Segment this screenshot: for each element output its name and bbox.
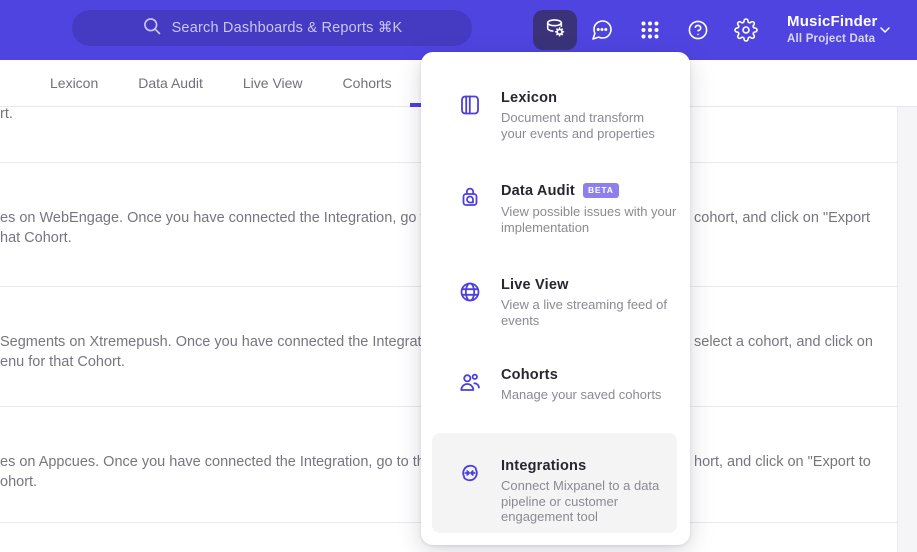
content-row-line: ohort. [0, 473, 38, 490]
data-management-dropdown: Lexicon Document and transform your even… [421, 52, 690, 545]
tab-lexicon[interactable]: Lexicon [50, 75, 98, 91]
settings-button[interactable] [734, 18, 758, 42]
menu-item-data-audit[interactable]: Data Audit BETA View possible issues with… [458, 182, 697, 235]
content-row-line: es on Appcues. Once you have connected t… [0, 454, 449, 470]
search-icon [142, 16, 162, 41]
menu-item-live-view[interactable]: Live View View a live streaming feed of … [458, 277, 686, 328]
content-row-line: hat Cohort. [0, 229, 72, 246]
menu-item-title: Integrations [501, 458, 587, 474]
content-row-line: select a cohort, and click on [694, 334, 873, 350]
project-scope: All Project Data [787, 33, 876, 45]
grid-dots-icon [641, 21, 659, 39]
apps-grid-button[interactable] [638, 18, 662, 42]
lexicon-book-icon [458, 93, 482, 117]
chevron-down-icon[interactable] [877, 22, 893, 38]
top-nav-bar: Search Dashboards & Reports ⌘K MusicFind… [0, 0, 917, 60]
menu-item-description: View possible issues with your implement… [501, 204, 677, 235]
gear-icon [734, 18, 758, 42]
cohorts-people-icon [458, 370, 482, 394]
project-switcher[interactable]: MusicFinder All Project Data [787, 13, 878, 45]
content-row: es on Appcues. Once you have connected t… [0, 453, 449, 492]
menu-item-cohorts[interactable]: Cohorts Manage your saved cohorts [458, 367, 701, 403]
scrollbar-track[interactable] [897, 107, 917, 552]
tab-live-view[interactable]: Live View [243, 75, 303, 91]
menu-item-lexicon[interactable]: Lexicon Document and transform your even… [458, 90, 665, 141]
data-audit-lock-icon [458, 185, 482, 209]
content-row-line: cohort, and click on "Export [694, 210, 871, 226]
search-input[interactable]: Search Dashboards & Reports ⌘K [72, 10, 472, 46]
search-placeholder: Search Dashboards & Reports ⌘K [171, 20, 403, 36]
content-row-line: rt. [0, 106, 13, 122]
menu-item-title: Lexicon [501, 90, 558, 106]
menu-item-description: Manage your saved cohorts [501, 387, 662, 402]
menu-item-title: Data Audit [501, 183, 575, 199]
content-row-fragment: cohort, and click on "Export [694, 209, 870, 229]
content-row-line: es on WebEngage. Once you have connected… [0, 210, 457, 226]
content-row-fragment: select a cohort, and click on [694, 333, 873, 353]
content-row: es on WebEngage. Once you have connected… [0, 209, 457, 248]
menu-item-description: Document and transform your events and p… [501, 110, 655, 141]
content-row-line: enu for that Cohort. [0, 353, 125, 370]
feedback-messages-button[interactable] [590, 18, 614, 42]
integrations-sync-icon [458, 461, 482, 485]
data-management-icon [543, 16, 567, 45]
project-name: MusicFinder [787, 13, 878, 30]
tab-cohorts[interactable]: Cohorts [343, 75, 392, 91]
help-button[interactable] [686, 18, 710, 42]
menu-item-title: Cohorts [501, 367, 558, 383]
menu-item-description: View a live streaming feed of events [501, 297, 667, 328]
chat-bubble-icon [592, 20, 612, 40]
menu-item-integrations[interactable]: Integrations Connect Mixpanel to a data … [458, 458, 671, 525]
content-row-fragment: hort, and click on "Export to [694, 453, 871, 473]
content-row-line: hort, and click on "Export to [694, 454, 871, 470]
content-row: rt. [0, 105, 13, 125]
menu-item-title: Live View [501, 277, 569, 293]
beta-badge: BETA [582, 182, 619, 198]
menu-item-description: Connect Mixpanel to a data pipeline or c… [501, 478, 660, 524]
content-row: Segments on Xtremepush. Once you have co… [0, 333, 445, 372]
help-circle-icon [688, 20, 708, 40]
data-management-button[interactable] [533, 10, 577, 50]
tab-data-audit[interactable]: Data Audit [138, 75, 203, 91]
live-view-globe-icon [458, 280, 482, 304]
content-row-line: Segments on Xtremepush. Once you have co… [0, 334, 445, 350]
